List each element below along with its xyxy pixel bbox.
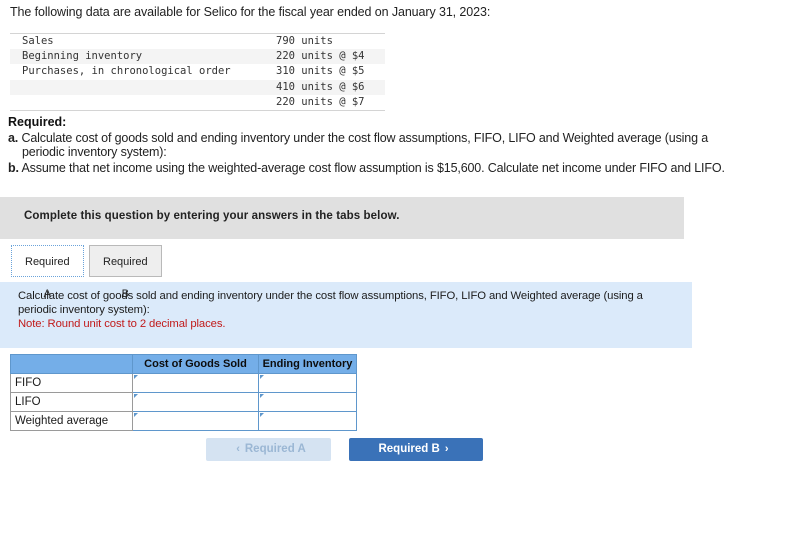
prev-required-a-button[interactable]: ‹ Required A [206,438,331,461]
requirement-a: a. Calculate cost of goods sold and endi… [8,131,756,159]
instruction-banner: Complete this question by entering your … [0,197,684,239]
requirement-a-line1: Calculate cost of goods sold and ending … [21,131,709,145]
fact-label [10,79,272,95]
requirement-b-marker: b. [8,161,19,175]
input-fifo-cogs[interactable] [132,373,259,393]
input-lifo-cogs[interactable] [132,392,259,412]
table-row: LIFO [10,392,357,412]
table-row: 220 units @ $7 [10,95,385,111]
answer-grid: Cost of Goods Sold Ending Inventory FIFO… [10,354,357,431]
chevron-left-icon: ‹ [236,443,240,455]
fact-label: Purchases, in chronological order [22,65,231,78]
next-button-label: Required B [378,443,440,455]
row-label-weighted-average: Weighted average [10,411,133,431]
table-row: Beginning inventory 220 units @ $4 [10,49,385,65]
fact-label [10,95,272,111]
intro-text: The following data are available for Sel… [10,5,491,19]
prompt-line-1: Calculate cost of goods sold and ending … [18,290,643,302]
tab-required-a[interactable]: Required A [11,245,84,300]
prev-button-label: Required A [244,443,306,455]
table-row: Weighted average [10,411,357,431]
required-heading: Required: [8,115,67,129]
input-fifo-ending[interactable] [258,373,357,393]
fact-value: 310 units @ $5 [276,65,365,78]
row-label-lifo: LIFO [10,392,133,412]
column-header-ending-inventory: Ending Inventory [258,354,357,374]
prompt-note: Note: Round unit cost to 2 decimal place… [18,318,226,330]
fact-value: 220 units @ $4 [272,49,385,65]
fact-value: 410 units @ $6 [272,79,385,95]
requirement-b-text: Assume that net income using the weighte… [21,161,725,175]
input-lifo-ending[interactable] [258,392,357,412]
fact-label: Sales [22,35,54,47]
input-weighted-average-ending[interactable] [258,411,357,431]
instruction-banner-text: Complete this question by entering your … [24,210,400,222]
requirement-a-line2: periodic inventory system): [22,145,167,159]
fact-value: 790 units [276,35,333,47]
answer-grid-corner [10,354,133,374]
row-label-fifo: FIFO [10,373,133,393]
input-weighted-average-cogs[interactable] [132,411,259,431]
requirement-a-marker: a. [8,131,19,145]
fact-label: Beginning inventory [10,49,272,65]
table-row: 410 units @ $6 [10,79,385,95]
prompt-line-2: periodic inventory system): [18,304,150,316]
table-row: Sales 790 units [10,34,385,50]
table-row: FIFO [10,373,357,393]
chevron-right-icon: › [444,443,449,455]
table-row: Purchases, in chronological order 310 un… [10,64,385,79]
requirement-b: b. Assume that net income using the weig… [8,161,778,175]
source-data-table: Sales 790 units Beginning inventory 220 … [10,33,385,112]
column-header-cogs: Cost of Goods Sold [132,354,259,374]
next-required-b-button[interactable]: Required B › [349,438,483,461]
answer-grid-header-row: Cost of Goods Sold Ending Inventory [10,354,357,374]
fact-value: 220 units @ $7 [276,95,365,108]
question-prompt-panel: Calculate cost of goods sold and ending … [0,282,692,348]
tab-required-b[interactable]: Required B [89,245,162,300]
